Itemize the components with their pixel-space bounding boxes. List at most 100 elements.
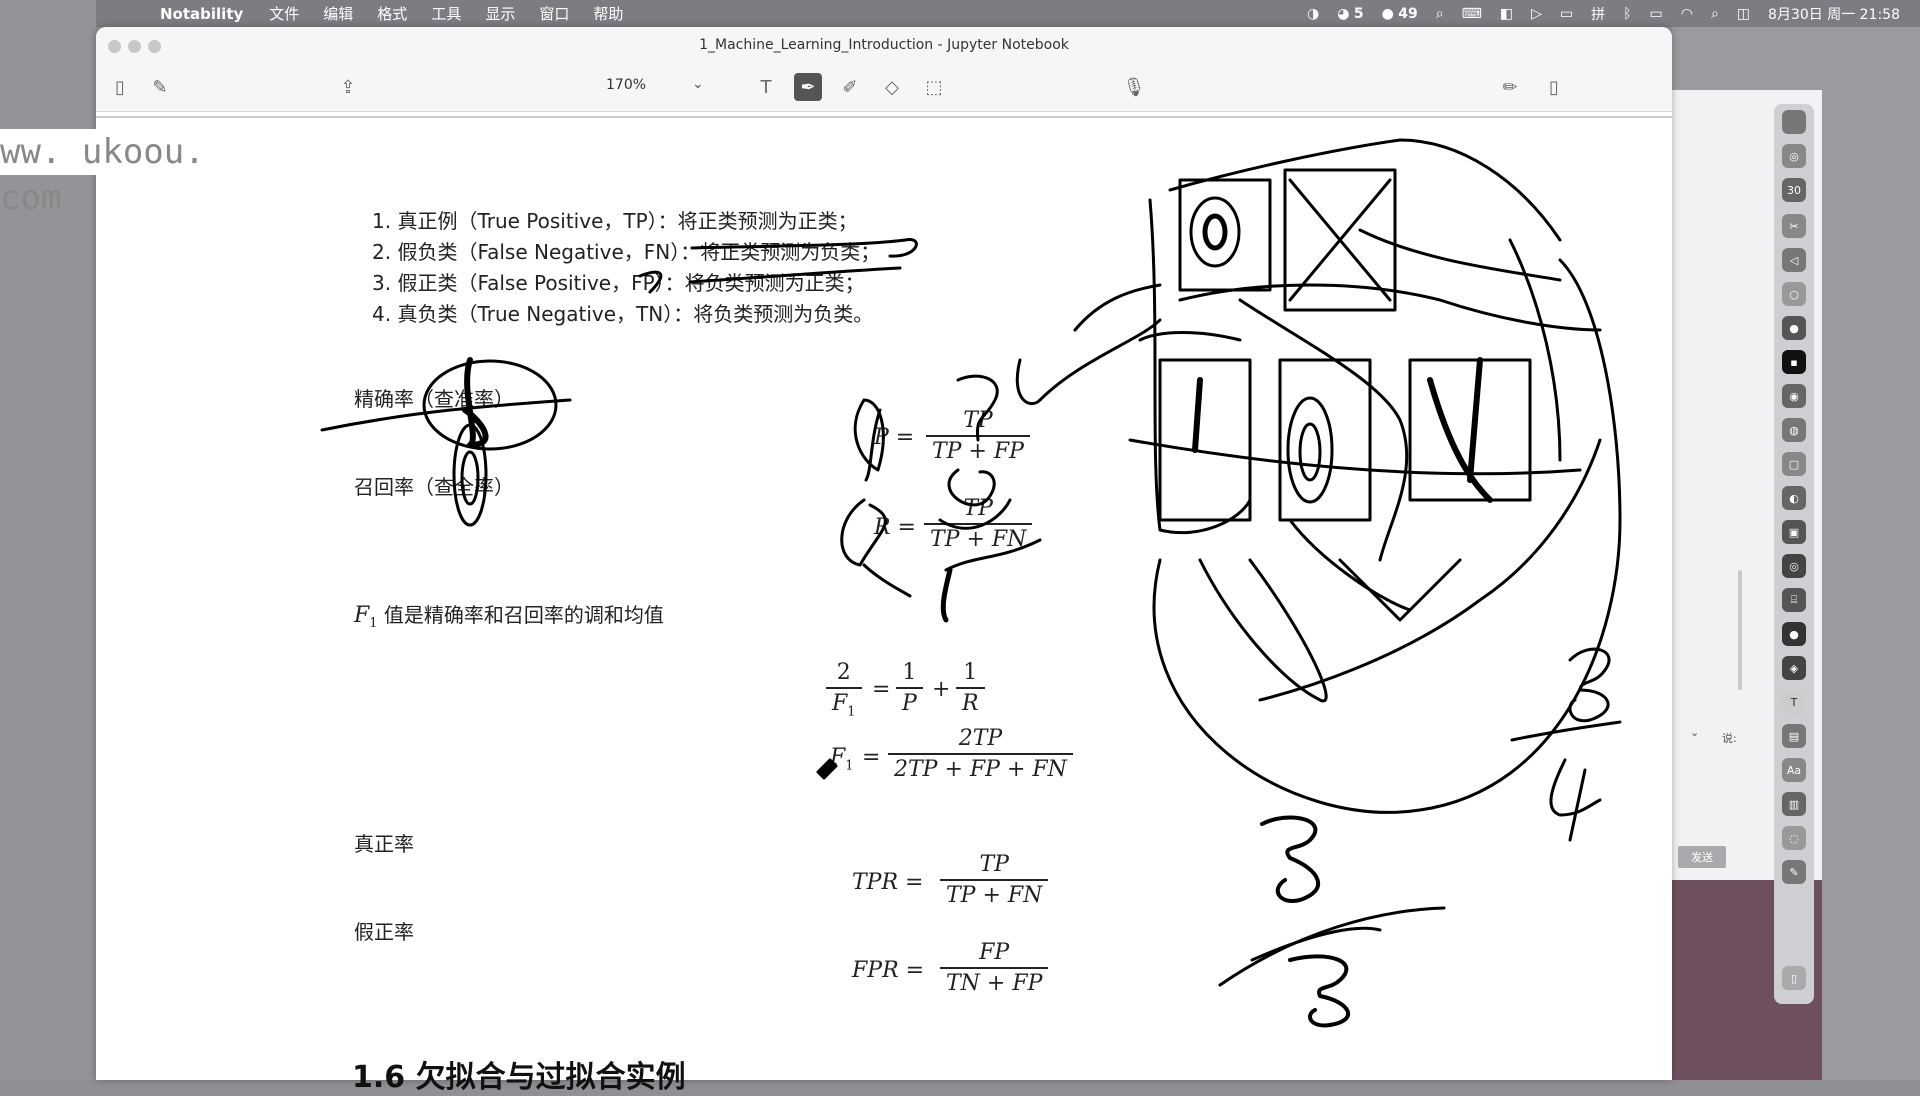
definition-item-tp: 1. 真正例（True Positive，TP）：将正类预测为正类； [372,209,858,233]
dock-qq-icon[interactable]: ◉ [1782,384,1806,408]
lasso-tool-icon[interactable]: ⬚ [920,73,948,101]
dock-pen-icon[interactable]: ✎ [1782,860,1806,884]
inverse-precision-denominator: P [902,690,917,716]
fpr-lhs: FPR = [852,958,925,983]
fraction-bar [926,435,1030,437]
f1-harmonic-denominator: F1 [826,691,862,719]
window-title: 1_Machine_Learning_Introduction - Jupyte… [699,37,1069,53]
status-app-icon[interactable]: ◑ [1307,6,1319,22]
equals-sign: = [872,677,891,702]
send-button[interactable]: 发送 [1678,846,1726,868]
text-tool-icon[interactable]: T [752,73,780,101]
bluetooth-icon[interactable]: ᛒ [1623,6,1631,22]
wifi-icon[interactable]: ◠ [1681,6,1693,22]
f1-description-text: 值是精确率和召回率的调和均值 [383,603,664,627]
fpr-denominator: TN + FP [946,970,1043,996]
sidebar-toggle-icon[interactable]: ▯ [106,73,134,101]
fpr-numerator: FP [979,940,1010,965]
f1-denominator: 2TP + FP + FN [894,756,1067,782]
battery-icon[interactable]: ▭ [1650,6,1663,22]
side-dock: ◎ 30 ✂ ◁ ○ ● ▪ ◉ ◍ ▢ ◐ ▣ ◎ ⌸ ● ◈ T ▤ Aa … [1774,104,1814,1004]
spotlight-icon[interactable]: ⌕ [1711,6,1719,22]
notification-count: 49 [1398,5,1418,22]
plus-sign: + [932,677,951,702]
play-icon[interactable]: ▷ [1531,6,1542,22]
keyboard-icon[interactable]: ⌨ [1462,6,1482,22]
dock-dictionary-icon[interactable]: Aa [1782,758,1806,782]
dock-trash-icon[interactable]: ▯ [1782,966,1806,990]
share-icon[interactable]: ⇪ [334,73,362,101]
precision-numerator: TP [963,408,993,433]
f1-lhs-sub: 1 [845,758,854,774]
inverse-precision-numerator: 1 [902,660,917,685]
dock-github-icon[interactable]: ● [1782,622,1806,646]
menu-tools[interactable]: 工具 [431,3,461,24]
dock-scissors-icon[interactable]: ✂ [1782,214,1806,238]
inverse-recall-numerator: 1 [963,660,978,685]
notability-window: 1_Machine_Learning_Introduction - Jupyte… [96,27,1672,1080]
dock-app-icon[interactable]: ▢ [1782,452,1806,476]
title-bar: 1_Machine_Learning_Introduction - Jupyte… [96,27,1672,63]
compose-icon[interactable]: ✎ [146,73,174,101]
note-page[interactable] [96,112,1672,1080]
menu-window[interactable]: 窗口 [539,3,569,24]
fraction-bar [888,753,1073,755]
dock-send-icon[interactable]: ◁ [1782,248,1806,272]
notification-icon[interactable]: ● 49 [1382,6,1418,22]
dock-weibo-icon[interactable]: ◎ [1782,554,1806,578]
dock-app-icon[interactable]: ▣ [1782,520,1806,544]
toolbar: ▯ ✎ ⇪ 170% ⌄ T ✒ ✐ ◇ ⬚ 🎙 ✏ ▯ [96,63,1672,112]
dock-circle-icon[interactable]: ○ [1782,282,1806,306]
dock-app-icon[interactable]: ● [1782,316,1806,340]
zoom-level[interactable]: 170% [606,77,646,93]
app-menu[interactable]: Notability [160,5,243,23]
search-app-icon[interactable]: ⌕ [1436,6,1444,22]
f1-harmonic-den-sub: 1 [847,703,856,719]
dock-wechat-icon[interactable]: ◍ [1782,418,1806,442]
dock-app-icon[interactable]: ▤ [1782,724,1806,748]
dock-app-icon[interactable]: ◌ [1782,826,1806,850]
page-icon[interactable]: ▯ [1540,73,1568,101]
tpr-fraction: TP TP + FN [940,852,1049,908]
pen-tool-icon[interactable]: ✒ [794,73,822,101]
dock-terminal-icon[interactable]: ▪ [1782,350,1806,374]
microphone-icon[interactable]: 🎙 [1120,73,1148,101]
equals-sign: = [862,745,881,770]
menu-edit[interactable]: 编辑 [323,3,353,24]
dock-app-icon[interactable]: ◐ [1782,486,1806,510]
menu-help[interactable]: 帮助 [593,3,623,24]
dock-app-icon[interactable]: ⌸ [1782,588,1806,612]
dock-app-icon[interactable] [1782,110,1806,134]
inverse-recall: 1 R [956,660,985,716]
wechat-icon[interactable]: ◕ 5 [1337,6,1363,22]
f1-symbol: F [354,603,370,628]
pencil-icon[interactable]: ✏ [1496,73,1524,101]
dock-calendar-icon[interactable]: 30 [1782,178,1806,202]
recall-lhs: R = [874,515,916,540]
tpr-lhs: TPR = [852,870,924,895]
scrollbar[interactable] [1738,570,1742,690]
dock-clock-icon[interactable]: ◎ [1782,144,1806,168]
menu-view[interactable]: 显示 [485,3,515,24]
fraction-bar [924,523,1033,525]
f1-harmonic-numerator: 2 [836,660,851,685]
clock[interactable]: 8月30日 周一 21:58 [1768,4,1900,24]
dock-app-icon[interactable]: ◈ [1782,656,1806,680]
menu-file[interactable]: 文件 [269,3,299,24]
menu-format[interactable]: 格式 [377,3,407,24]
chevron-down-icon[interactable]: ⌄ [692,76,704,92]
eraser-tool-icon[interactable]: ◇ [878,73,906,101]
wechat-count: 5 [1353,5,1364,22]
highlighter-tool-icon[interactable]: ✐ [836,73,864,101]
screen-icon[interactable]: ▭ [1560,6,1573,22]
control-center-icon[interactable]: ◫ [1737,6,1750,22]
dock-text-icon[interactable]: T [1782,690,1806,714]
fraction-bar [940,967,1049,969]
tpr-denominator: TP + FN [946,882,1043,908]
status-icon[interactable]: ◧ [1500,6,1513,22]
inverse-precision: 1 P [896,660,923,716]
dock-books-icon[interactable]: ▥ [1782,792,1806,816]
dropdown-caret[interactable]: ⌄ [1690,726,1699,739]
fraction-bar [826,687,862,689]
input-method-icon[interactable]: 拼 [1591,4,1605,24]
